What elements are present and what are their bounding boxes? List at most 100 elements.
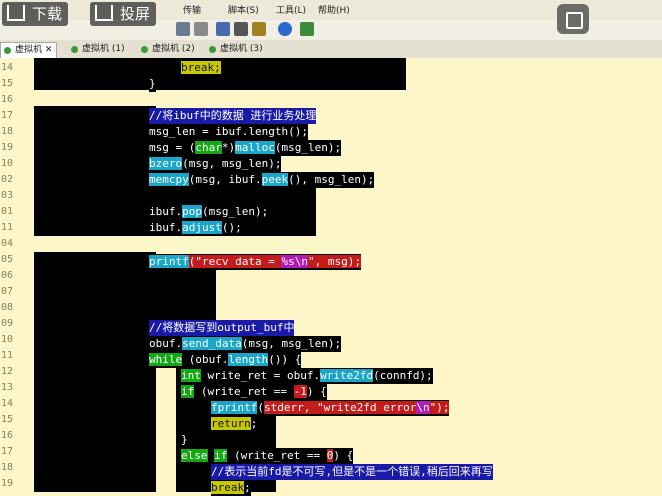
line-number: 14 (1, 398, 14, 409)
code-token: ibuf. (149, 205, 183, 218)
cast-button[interactable]: 投屏 (90, 2, 157, 26)
margin (26, 58, 34, 492)
keyword: if (181, 385, 195, 398)
code-line: while (obuf.length()) { (149, 352, 302, 368)
line-number: 19 (1, 478, 14, 489)
keyword: return (211, 417, 251, 430)
code-line: //将ibuf中的数据 进行业务处理 (149, 108, 317, 124)
print-icon[interactable] (176, 22, 190, 36)
connected-icon (71, 46, 78, 53)
string-literal: ("recv data = (188, 255, 282, 268)
function-name: fprintf (211, 401, 258, 414)
function-name: length (228, 353, 269, 366)
code-line: obuf.send_data(msg, msg_len); (149, 336, 342, 352)
keyword: break (211, 481, 245, 494)
selection-block (26, 58, 156, 492)
code-line: printf("recv data = %s\n", msg); (149, 254, 361, 270)
menu-help[interactable]: 帮助(H) (318, 3, 350, 16)
function-name: peek (261, 173, 289, 186)
string-literal: "); (429, 401, 450, 414)
line-number: 06 (1, 270, 14, 281)
tab-vm-2[interactable]: 虚拟机 (2) (138, 42, 199, 57)
code-token: *) (221, 141, 236, 154)
function-name: bzero (149, 157, 183, 170)
code-line: return; (211, 416, 258, 432)
line-number: 09 (1, 318, 14, 329)
menu-tools[interactable]: 工具(L) (276, 3, 306, 16)
close-tab-icon[interactable]: ✕ (45, 45, 53, 55)
line-number: 05 (1, 254, 14, 265)
tab-vm-3[interactable]: 虚拟机 (3) (206, 42, 267, 57)
print-setup-icon[interactable] (194, 22, 208, 36)
type-keyword: int (181, 369, 201, 382)
connected-icon (141, 46, 148, 53)
line-number: 02 (1, 174, 14, 185)
code-token: (msg, msg_len); (182, 157, 282, 170)
number-literal: -1 (293, 385, 307, 398)
expand-icon (566, 12, 583, 29)
line-number: 18 (1, 462, 14, 473)
function-name: write2fd (320, 369, 374, 382)
menu-script[interactable]: 脚本(S) (228, 3, 259, 16)
string-literal: ", msg); (307, 255, 361, 268)
keymap-icon[interactable] (234, 22, 248, 36)
code-token: ( (257, 401, 264, 414)
line-number: 11 (1, 350, 14, 361)
brace: } (149, 77, 156, 90)
screen-icon[interactable] (300, 22, 314, 36)
identifier: stderr (263, 401, 304, 414)
code-token: (write_ret == (227, 449, 327, 462)
code-line: break; (211, 480, 251, 496)
tab-label: 虚拟机 (1) (82, 44, 125, 54)
code-token: ibuf. (149, 221, 183, 234)
line-number: 12 (1, 366, 14, 377)
tab-label: 虚拟机 (15, 45, 43, 55)
help-icon[interactable] (278, 22, 292, 36)
code-token: ; (244, 481, 251, 494)
connected-icon (4, 47, 11, 54)
code-line: } (149, 76, 156, 92)
line-number: 16 (1, 430, 14, 441)
keyword: if (214, 449, 228, 462)
connected-icon (209, 46, 216, 53)
code-line: int write_ret = obuf.write2fd(connfd); (181, 368, 433, 384)
code-line: fprintf(stderr, "write2fd error\n"); (211, 400, 450, 416)
line-number: 08 (1, 302, 14, 313)
key-icon[interactable] (252, 22, 266, 36)
code-line: ibuf.adjust(); (149, 220, 242, 236)
options-icon[interactable] (216, 22, 230, 36)
code-line: msg_len = ibuf.length(); (149, 124, 308, 140)
code-editor[interactable]: break; } //将ibuf中的数据 进行业务处理 msg_len = ib… (26, 58, 662, 496)
code-token: (), msg_len); (288, 173, 375, 186)
download-button[interactable]: 下载 (2, 2, 69, 26)
cast-label: 投屏 (120, 5, 151, 23)
string-literal: , "write2fd error (303, 401, 417, 414)
code-token: (msg, msg_len); (241, 337, 342, 350)
code-line: msg = (char*)malloc(msg_len); (149, 140, 342, 156)
function-name: printf (149, 255, 189, 268)
tab-vm-0[interactable]: 虚拟机 ✕ (0, 42, 58, 58)
menu-transfer[interactable]: 传输 (183, 3, 201, 16)
line-number: 17 (1, 110, 14, 121)
tab-vm-1[interactable]: 虚拟机 (1) (68, 42, 129, 57)
line-number: 15 (1, 414, 14, 425)
code-token: ) { (306, 385, 327, 398)
type-keyword: char (195, 141, 222, 154)
fullscreen-button[interactable] (557, 4, 589, 34)
function-name: pop (182, 205, 202, 218)
code-line: ibuf.pop(msg_len); (149, 204, 269, 220)
code-token: obuf. (149, 337, 183, 350)
function-name: send_data (182, 337, 242, 350)
code-token: ; (250, 417, 258, 430)
line-number: 11 (1, 222, 14, 233)
line-number: 07 (1, 286, 14, 297)
line-number: 15 (1, 78, 14, 89)
code-line: if (write_ret == -1) { (181, 384, 327, 400)
cast-icon (95, 5, 113, 21)
line-number: 10 (1, 158, 14, 169)
line-number: 03 (1, 190, 14, 201)
download-icon (7, 5, 25, 21)
code-token: (write_ret == (194, 385, 294, 398)
tab-label: 虚拟机 (2) (152, 44, 195, 54)
code-line: //表示当前fd是不可写,但是不是一个错误,稍后回来再写 (211, 464, 493, 480)
